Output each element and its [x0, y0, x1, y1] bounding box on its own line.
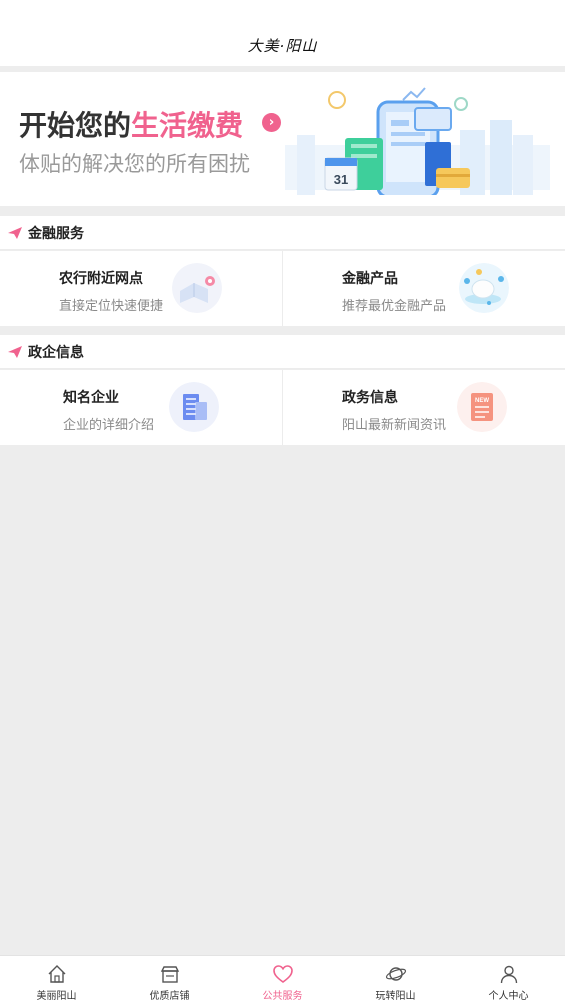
planet-icon [385, 967, 406, 981]
tab-label: 个人中心 [488, 991, 529, 1002]
card-subtitle: 直接定位快速便捷 [59, 299, 164, 314]
paper-plane-icon [8, 226, 22, 239]
service-card-gov-info[interactable]: 政务信息 阳山最新新闻资讯 NEW [282, 370, 564, 445]
bill-payment-illustration-icon: 31 [285, 87, 550, 195]
section-title: 金融服务 [28, 225, 84, 242]
section-header-finance: 金融服务 [0, 216, 565, 250]
calendar-day: 31 [334, 172, 348, 187]
service-card-famous-enterprises[interactable]: 知名企业 企业的详细介绍 [0, 370, 282, 445]
finance-services-row: 农行附近网点 直接定位快速便捷 金融产品 推荐最优金融产品 [0, 251, 565, 326]
card-subtitle: 企业的详细介绍 [63, 418, 155, 433]
tab-label: 优质店铺 [149, 991, 190, 1002]
app-logo: 大美·阳山 [247, 36, 318, 55]
news-badge: NEW [475, 398, 489, 404]
tab-label: 美丽阳山 [36, 991, 77, 1002]
tab-personal-center[interactable]: 个人中心 [452, 956, 565, 1005]
card-title: 农行附近网点 [59, 271, 143, 287]
card-title: 知名企业 [63, 390, 119, 406]
tab-beautiful-yangshan[interactable]: 美丽阳山 [0, 956, 113, 1005]
tab-explore-yangshan[interactable]: 玩转阳山 [339, 956, 452, 1005]
user-icon [500, 965, 517, 984]
card-title: 金融产品 [342, 271, 398, 287]
tab-label: 公共服务 [262, 991, 303, 1002]
building-icon [169, 382, 219, 432]
card-subtitle: 阳山最新新闻资讯 [342, 418, 447, 433]
tab-public-services[interactable]: 公共服务 [226, 956, 339, 1005]
card-subtitle: 推荐最优金融产品 [342, 299, 447, 314]
home-icon [48, 965, 65, 983]
section-title: 政企信息 [28, 344, 84, 361]
paper-plane-icon [8, 345, 22, 358]
tab-label: 玩转阳山 [375, 991, 416, 1002]
banner-title: 开始您的生活缴费 [19, 104, 243, 144]
shop-icon [160, 966, 179, 983]
gov-enterprise-row: 知名企业 企业的详细介绍 政务信息 阳山最新新闻资讯 NEW [0, 370, 565, 445]
bill-payment-banner[interactable]: 开始您的生活缴费 › 体贴的解决您的所有困扰 31 [0, 72, 565, 206]
bottom-tab-bar: 美丽阳山 优质店铺 公共服务 玩转阳山 个人中心 [0, 955, 565, 1005]
tab-quality-shops[interactable]: 优质店铺 [113, 956, 226, 1005]
banner-title-highlight: 生活缴费 [131, 109, 244, 142]
chevron-right-icon[interactable]: › [262, 113, 281, 132]
piggy-bank-icon [459, 263, 509, 313]
heart-icon [272, 965, 293, 983]
section-header-gov-enterprise: 政企信息 [0, 335, 565, 369]
app-header: 大美·阳山 [0, 0, 565, 66]
service-card-nearby-branches[interactable]: 农行附近网点 直接定位快速便捷 [0, 251, 282, 326]
banner-subtitle: 体贴的解决您的所有困扰 [19, 152, 250, 176]
card-title: 政务信息 [342, 390, 398, 406]
service-card-financial-products[interactable]: 金融产品 推荐最优金融产品 [282, 251, 564, 326]
banner-title-prefix: 开始您的 [19, 109, 132, 142]
map-location-icon [172, 263, 222, 313]
news-icon: NEW [457, 382, 507, 432]
